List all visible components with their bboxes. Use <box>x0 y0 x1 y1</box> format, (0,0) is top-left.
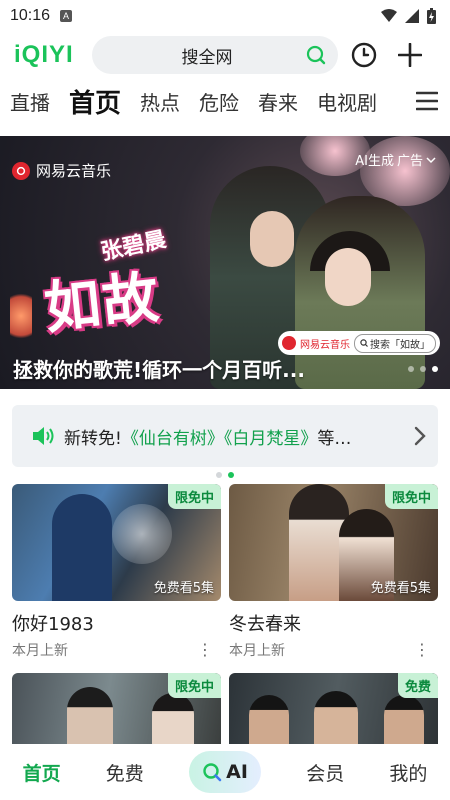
pagination-dot-active <box>432 366 438 372</box>
more-options-icon[interactable]: ⋮ <box>197 642 213 658</box>
plus-icon <box>398 43 422 67</box>
status-bar: 10:16 A <box>0 0 450 32</box>
free-limited-badge: 限免中 <box>167 673 221 698</box>
netease-logo-icon <box>12 161 30 180</box>
song-title-art: 如故 <box>41 265 164 342</box>
blossom-decoration <box>360 136 450 206</box>
free-notice-bar[interactable]: 新转免!《仙台有树》《白月梵星》等… <box>12 405 438 467</box>
hamburger-menu-icon <box>416 91 438 111</box>
nav-mine[interactable]: 我的 <box>389 759 427 786</box>
nav-ai-label: AI <box>226 761 248 783</box>
free-limited-badge: 限免中 <box>384 484 438 509</box>
video-thumbnail[interactable]: 限免中 免费看5集 <box>229 484 438 601</box>
banner-pagination <box>408 366 438 372</box>
notification-icon: A <box>60 10 73 22</box>
video-title: 你好1983 <box>12 614 94 635</box>
thumbnail-figure <box>314 691 358 744</box>
netease-brand-text: 网易云音乐 <box>36 162 112 180</box>
video-thumbnail[interactable]: 限免中 <box>12 673 221 744</box>
clock-icon <box>351 42 377 68</box>
notice-title-1: 《仙台有树》 <box>121 428 224 449</box>
iqiyi-logo[interactable]: iQIYI <box>14 41 80 69</box>
bottom-navigation: 首页 免费 AI 会员 我的 <box>0 744 450 800</box>
notice-pagination <box>0 472 450 478</box>
search-icon <box>360 339 368 347</box>
ai-search-icon <box>203 763 222 782</box>
chip-brand-text: 网易云音乐 <box>300 339 350 351</box>
video-title: 冬去春来 <box>229 614 301 635</box>
advertisement-label: 广告 <box>396 154 423 169</box>
nav-home[interactable]: 首页 <box>23 759 61 786</box>
chevron-down-icon <box>426 156 436 163</box>
ad-label[interactable]: AI生成 广告 <box>355 150 436 169</box>
free-episodes-label: 免费看5集 <box>370 581 431 596</box>
notice-prefix: 新转免! <box>64 428 122 449</box>
banner-caption: 拯救你的歌荒!循环一个月百听... <box>13 358 305 382</box>
thumbnail-figure <box>152 693 194 744</box>
speaker-icon <box>33 427 54 445</box>
tab-tv-series[interactable]: 电视剧 <box>317 87 377 116</box>
nav-vip[interactable]: 会员 <box>306 759 344 786</box>
notice-suffix: 等… <box>317 428 352 449</box>
history-button[interactable] <box>344 35 384 75</box>
battery-icon <box>427 8 436 24</box>
pagination-dot-active <box>228 472 234 478</box>
pagination-dot <box>420 366 426 372</box>
notice-title-2: 《白月梵星》 <box>223 428 318 449</box>
tab-spring[interactable]: 春来 <box>258 87 298 116</box>
thumbnail-figure <box>52 494 112 601</box>
video-card[interactable]: 限免中 免费看5集 冬去春来 本月上新 ⋮ <box>229 484 438 660</box>
banner-title-art: 张碧晨 如故 <box>8 227 208 342</box>
pagination-dot <box>408 366 414 372</box>
more-options-icon[interactable]: ⋮ <box>414 642 430 658</box>
hero-banner[interactable]: 网易云音乐 AI生成 广告 张碧晨 如故 网易云音乐 搜索「如故」 拯救你的歌荒… <box>0 136 450 389</box>
thumbnail-figure <box>249 695 289 744</box>
thumbnail-figure <box>384 695 424 744</box>
pagination-dot <box>216 472 222 478</box>
tab-danger[interactable]: 危险 <box>199 87 239 116</box>
video-subtitle: 本月上新 <box>229 643 285 659</box>
free-badge: 免费 <box>397 673 438 698</box>
netease-logo-icon <box>282 336 296 350</box>
thumbnail-figure <box>67 687 113 744</box>
ai-generated-label: AI生成 <box>355 154 394 169</box>
video-thumbnail[interactable]: 免费 <box>229 673 438 744</box>
video-card[interactable]: 限免中 <box>12 673 221 744</box>
free-episodes-label: 免费看5集 <box>153 581 214 596</box>
tab-home[interactable]: 首页 <box>69 83 121 120</box>
video-subtitle: 本月上新 <box>12 643 68 659</box>
tab-menu-button[interactable] <box>380 78 450 124</box>
banner-face <box>250 211 294 267</box>
notice-text: 新转免!《仙台有树》《白月梵星》等… <box>64 424 394 449</box>
netease-search-chip: 网易云音乐 搜索「如故」 <box>278 331 440 355</box>
banner-face <box>325 248 371 306</box>
netease-music-brand: 网易云音乐 <box>12 160 111 181</box>
top-header: iQIYI 搜全网 <box>0 32 450 78</box>
search-placeholder: 搜全网 <box>181 47 233 68</box>
tab-live[interactable]: 直播 <box>10 87 50 116</box>
free-limited-badge: 限免中 <box>167 484 221 509</box>
status-time: 10:16 <box>10 7 51 24</box>
signal-icon <box>405 9 419 23</box>
video-thumbnail[interactable]: 限免中 免费看5集 <box>12 484 221 601</box>
category-tabs: 直播 首页 热点 危险 春来 电视剧 <box>0 78 450 124</box>
chip-search-pill: 搜索「如故」 <box>354 333 436 353</box>
search-icon <box>306 45 326 65</box>
chip-search-text: 搜索「如故」 <box>370 339 430 351</box>
wifi-icon <box>381 9 397 22</box>
nav-free[interactable]: 免费 <box>106 759 144 786</box>
search-bar[interactable]: 搜全网 <box>92 36 338 74</box>
video-card[interactable]: 免费 <box>229 673 438 744</box>
tab-hot[interactable]: 热点 <box>140 87 180 116</box>
thumbnail-splash <box>112 504 172 564</box>
nav-ai-button[interactable]: AI <box>189 751 261 793</box>
video-card[interactable]: 限免中 免费看5集 你好1983 本月上新 ⋮ <box>12 484 221 660</box>
add-button[interactable] <box>390 35 430 75</box>
chevron-right-icon <box>414 426 426 446</box>
